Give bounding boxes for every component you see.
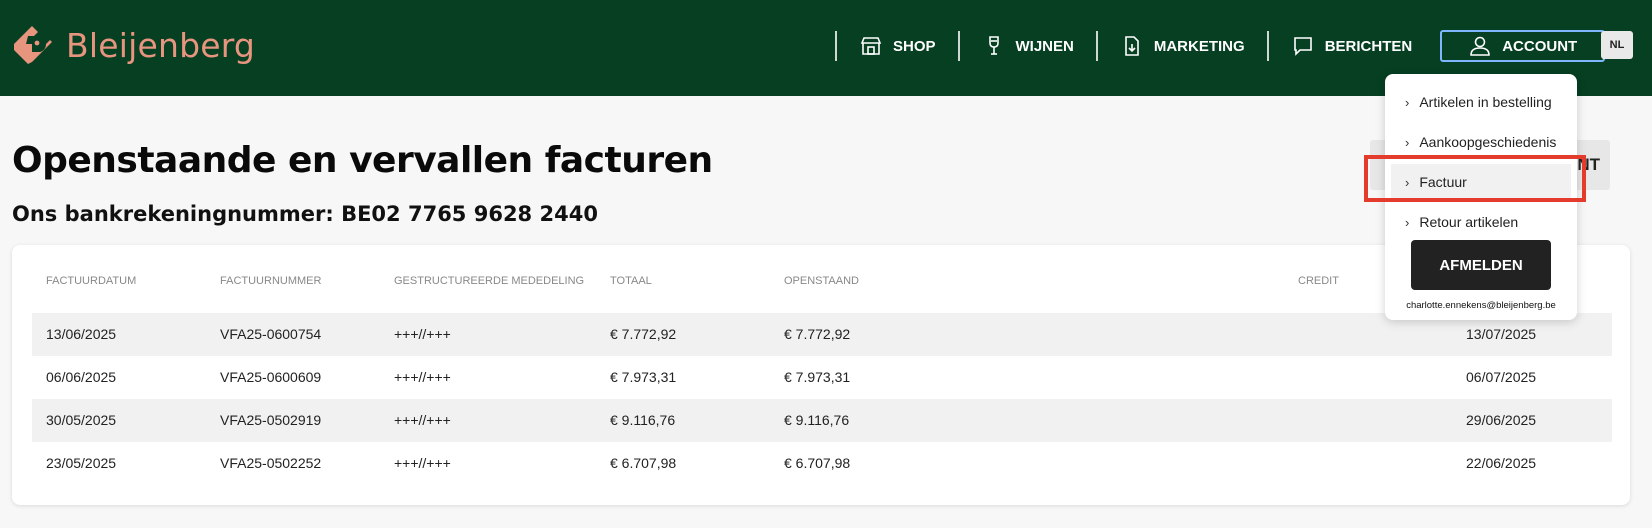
nav-label: ACCOUNT [1502,37,1578,55]
structured-communication: +++//+++ [394,455,451,471]
logout-button[interactable]: AFMELDEN [1411,240,1551,290]
invoice-number: VFA25-0600609 [220,369,322,385]
invoice-outstanding: € 6.707,98 [784,455,851,471]
invoice-number: VFA25-0502252 [220,455,322,471]
nav-item-shop[interactable]: SHOP [837,30,958,62]
invoice-date: 30/05/2025 [46,412,117,428]
nav-label: BERICHTEN [1324,37,1413,55]
nav-label: MARKETING [1153,37,1245,55]
nav-item-account[interactable]: ACCOUNT [1440,30,1606,62]
nav-label: SHOP [893,37,936,55]
invoice-date: 06/06/2025 [46,369,117,385]
brand-name: Bleijenberg [66,25,256,65]
highlight-box [1364,155,1586,202]
invoice-number: VFA25-0502919 [220,412,322,428]
menu-item-orders[interactable]: › Artikelen in bestelling [1391,84,1571,120]
menu-item-label: Artikelen in bestelling [1419,94,1552,110]
invoice-total: € 7.973,31 [610,369,677,385]
brand-logo[interactable]: Bleijenberg [10,22,255,68]
user-icon [1470,36,1491,56]
column-header: OPENSTAAND [784,275,859,287]
table-row[interactable]: 23/05/2025 VFA25-0502252 +++//+++ € 6.70… [32,442,1612,485]
column-header: GESTRUCTUREERDE MEDEDELING [394,275,585,287]
invoice-date: 23/05/2025 [46,455,117,471]
structured-communication: +++//+++ [394,369,451,385]
menu-item-label: Retour artikelen [1419,214,1519,230]
main-nav: SHOP WIJNEN MARKETING BERICHTEN ACCOUNT [835,30,1606,62]
invoice-total: € 9.116,76 [610,412,676,428]
download-doc-icon [1125,36,1139,56]
invoice-date: 13/06/2025 [46,326,117,342]
bank-account-number: Ons bankrekeningnummer: BE02 7765 9628 2… [12,202,598,226]
due-date: 13/07/2025 [1466,326,1537,342]
table-row[interactable]: 06/06/2025 VFA25-0600609 +++//+++ € 7.97… [32,356,1612,399]
nav-item-messages[interactable]: BERICHTEN [1269,30,1435,62]
invoice-total: € 7.772,92 [610,326,677,342]
table-row[interactable]: 30/05/2025 VFA25-0502919 +++//+++ € 9.11… [32,399,1612,442]
invoice-total: € 6.707,98 [610,455,677,471]
table-header: FACTUURDATUM FACTUURNUMMER GESTRUCTUREER… [32,275,1612,299]
table-row[interactable]: 13/06/2025 VFA25-0600754 +++//+++ € 7.77… [32,313,1612,356]
language-switcher[interactable]: NL [1601,31,1633,59]
page-title: Openstaande en vervallen facturen [12,140,713,181]
user-email: charlotte.ennekens@bleijenberg.be [1406,300,1556,311]
menu-item-label: Aankoopgeschiedenis [1419,134,1557,150]
invoice-outstanding: € 7.772,92 [784,326,851,342]
structured-communication: +++//+++ [394,326,451,342]
chevron-right-icon: › [1405,134,1410,150]
message-icon [1293,37,1312,56]
invoice-outstanding: € 7.973,31 [784,369,851,385]
logo-icon [14,26,52,64]
due-date: 29/06/2025 [1466,412,1537,428]
menu-item-returns[interactable]: › Retour artikelen [1391,204,1571,240]
shop-icon [860,37,882,55]
nav-item-wines[interactable]: WIJNEN [960,30,1096,62]
nav-label: WIJNEN [1015,37,1074,55]
invoice-number: VFA25-0600754 [220,326,322,342]
column-header: FACTUURDATUM [46,275,137,287]
due-date: 06/07/2025 [1466,369,1537,385]
chevron-right-icon: › [1405,214,1410,230]
structured-communication: +++//+++ [394,412,451,428]
column-header: FACTUURNUMMER [220,275,322,287]
nav-item-marketing[interactable]: MARKETING [1098,30,1267,62]
chevron-right-icon: › [1405,94,1410,110]
column-header: CREDIT [1298,275,1339,287]
wine-glass-icon [988,36,999,55]
column-header: TOTAAL [610,275,652,287]
due-date: 22/06/2025 [1466,455,1537,471]
invoice-outstanding: € 9.116,76 [784,412,850,428]
